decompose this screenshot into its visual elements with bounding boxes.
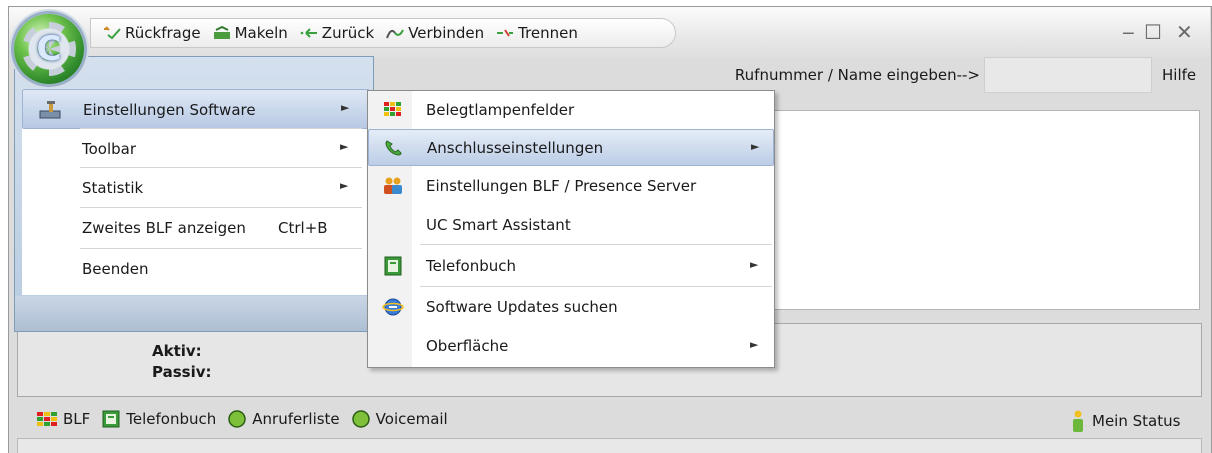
submenu-item-software-updates[interactable]: Software Updates suchen: [368, 289, 774, 326]
aktiv-label: Aktiv:: [152, 342, 202, 360]
settings-tool-icon: [39, 101, 61, 119]
menu-item-einstellungen-software[interactable]: Einstellungen Software ►: [22, 89, 370, 129]
rueckfrage-button[interactable]: Rückfrage: [103, 24, 201, 42]
submenu-item-oberflaeche[interactable]: Oberfläche ►: [368, 328, 774, 365]
help-link[interactable]: Hilfe: [1162, 66, 1196, 84]
menu-separator: [80, 248, 362, 249]
blf-button[interactable]: BLF: [37, 410, 90, 428]
menu-separator: [80, 167, 362, 168]
submenu-item-uc-smart-assistant[interactable]: UC Smart Assistant: [368, 207, 774, 244]
submenu-item-label: Software Updates suchen: [426, 298, 618, 316]
voicemail-label: Voicemail: [375, 410, 448, 428]
mein-status-label: Mein Status: [1092, 412, 1181, 430]
bottom-toolbar: BLF Telefonbuch Anruferliste Voicemail: [37, 410, 454, 428]
blf-grid-icon: [384, 102, 401, 116]
close-button[interactable]: ✕: [1176, 20, 1193, 44]
phonebook-icon: [384, 256, 402, 276]
verbinden-icon: [386, 29, 405, 39]
menu-item-label: Toolbar: [82, 140, 137, 158]
trennen-label: Trennen: [518, 24, 578, 42]
submenu-arrow-icon: ►: [341, 101, 350, 114]
verbinden-label: Verbinden: [408, 24, 485, 42]
user-status-icon: [1073, 410, 1083, 432]
submenu-arrow-icon: ►: [340, 179, 349, 192]
submenu-item-einstellungen-blf[interactable]: Einstellungen BLF / Presence Server: [368, 168, 774, 205]
menu-separator: [80, 128, 362, 129]
application-menu-footer: [15, 296, 373, 331]
trennen-button[interactable]: Trennen: [496, 24, 578, 42]
makeln-icon: [213, 26, 230, 39]
zurueck-label: Zurück: [321, 24, 375, 42]
submenu-item-belegtlampenfelder[interactable]: Belegtlampenfelder: [368, 92, 774, 129]
submenu-arrow-icon: ►: [751, 140, 760, 153]
makeln-button[interactable]: Makeln: [213, 24, 288, 42]
zurueck-button[interactable]: Zurück: [300, 24, 374, 42]
submenu-item-label: Belegtlampenfelder: [426, 101, 575, 119]
submenu-item-label: Telefonbuch: [426, 257, 516, 275]
quick-access-toolbar: Rückfrage Makeln Zurück Verbinden Trenne…: [90, 18, 676, 48]
submenu-item-label: Einstellungen BLF / Presence Server: [426, 177, 697, 195]
minimize-button[interactable]: ‒: [1122, 20, 1135, 44]
menu-separator: [420, 286, 772, 287]
menu-separator: [80, 207, 362, 208]
submenu-item-anschlusseinstellungen[interactable]: Anschlusseinstellungen ►: [368, 129, 774, 166]
voicemail-button[interactable]: Voicemail: [351, 410, 448, 428]
submenu-item-label: Anschlusseinstellungen: [427, 139, 604, 157]
menu-item-beenden[interactable]: Beenden: [22, 249, 370, 289]
telefonbuch-label: Telefonbuch: [126, 410, 217, 428]
zurueck-icon: [300, 28, 317, 38]
submenu-arrow-icon: ►: [340, 140, 349, 153]
menu-item-label: Statistik: [82, 179, 144, 197]
bottom-panel: [17, 438, 1202, 453]
submenu-item-telefonbuch[interactable]: Telefonbuch ►: [368, 248, 774, 285]
menu-item-zweites-blf[interactable]: Zweites BLF anzeigen Ctrl+B: [22, 208, 370, 248]
verbinden-button[interactable]: Verbinden: [386, 24, 484, 42]
submenu-item-label: Oberfläche: [426, 337, 509, 355]
blf-grid-icon: [37, 412, 57, 426]
menu-item-label: Zweites BLF anzeigen: [82, 219, 246, 237]
app-menu-orb-button[interactable]: C: [14, 14, 84, 84]
status-dot-icon: [228, 410, 247, 428]
anruferliste-label: Anruferliste: [252, 410, 340, 428]
menu-separator: [420, 244, 772, 245]
makeln-label: Makeln: [234, 24, 288, 42]
rueckfrage-label: Rückfrage: [125, 24, 201, 42]
trennen-icon: [497, 29, 514, 37]
maximize-button[interactable]: ☐: [1144, 20, 1162, 44]
telefonbuch-button[interactable]: Telefonbuch: [102, 410, 216, 428]
menu-item-label: Beenden: [82, 260, 149, 278]
menu-item-label: Einstellungen Software: [83, 101, 256, 119]
submenu-arrow-icon: ►: [750, 258, 759, 271]
menu-item-statistik[interactable]: Statistik ►: [22, 168, 370, 208]
call-list-area[interactable]: [774, 110, 1200, 310]
submenu-arrow-icon: ►: [750, 338, 759, 351]
users-icon: [384, 177, 402, 194]
status-dot-icon: [351, 410, 370, 428]
search-label: Rufnummer / Name eingeben-->: [734, 66, 980, 84]
blf-label: BLF: [63, 410, 91, 428]
mein-status-button[interactable]: Mein Status: [1072, 410, 1180, 432]
phonebook-icon: [102, 410, 120, 428]
phone-icon: [385, 140, 402, 156]
submenu-item-label: UC Smart Assistant: [426, 216, 571, 234]
anruferliste-button[interactable]: Anruferliste: [228, 410, 340, 428]
number-search-input[interactable]: [984, 57, 1152, 93]
globe-icon: [382, 298, 404, 316]
rueckfrage-icon: [104, 26, 121, 40]
app-logo-letter: C: [36, 29, 62, 69]
menu-item-shortcut: Ctrl+B: [278, 219, 328, 237]
passiv-label: Passiv:: [152, 363, 212, 381]
menu-item-toolbar[interactable]: Toolbar ►: [22, 129, 370, 169]
